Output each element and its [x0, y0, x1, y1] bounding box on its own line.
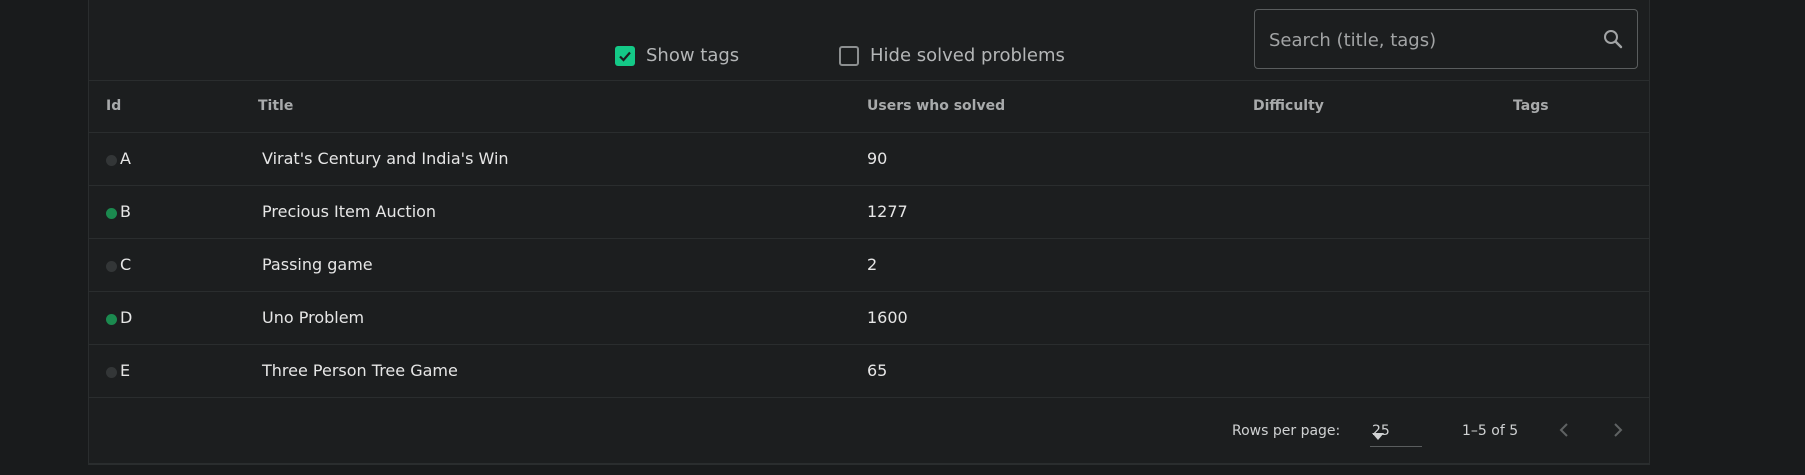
search-input[interactable] — [1267, 10, 1591, 70]
header-id[interactable]: Id — [106, 98, 121, 114]
next-page-button[interactable] — [1603, 415, 1633, 445]
hide-solved-label: Hide solved problems — [870, 45, 1065, 66]
search-field[interactable] — [1254, 9, 1638, 70]
cell-users-solved: 90 — [867, 149, 888, 168]
page-range: 1–5 of 5 — [1462, 423, 1519, 439]
table-pagination: Rows per page: 25 1–5 of 5 — [89, 400, 1649, 463]
chevron-right-icon — [1614, 423, 1623, 437]
show-tags-checkbox[interactable]: Show tags — [615, 45, 739, 66]
table-row[interactable]: A Virat's Century and India's Win 90 — [89, 133, 1649, 186]
header-tags[interactable]: Tags — [1513, 98, 1549, 114]
header-users-solved[interactable]: Users who solved — [867, 98, 1005, 114]
header-title[interactable]: Title — [258, 98, 293, 114]
chevron-left-icon — [1559, 423, 1568, 437]
cell-title[interactable]: Virat's Century and India's Win — [262, 149, 509, 168]
cell-title[interactable]: Precious Item Auction — [262, 202, 436, 221]
cell-id: C — [120, 255, 132, 274]
header-difficulty[interactable]: Difficulty — [1253, 98, 1324, 114]
cell-id: E — [120, 361, 131, 380]
status-dot-icon — [106, 261, 117, 272]
table-row[interactable]: D Uno Problem 1600 — [89, 292, 1649, 345]
filter-toolbar: Show tags Hide solved problems — [89, 0, 1649, 81]
checkbox-checked-icon[interactable] — [615, 45, 635, 66]
cell-id: A — [120, 149, 131, 168]
status-dot-icon — [106, 208, 117, 219]
cell-users-solved: 2 — [867, 255, 878, 274]
checkbox-unchecked-icon[interactable] — [839, 45, 859, 66]
cell-id: B — [120, 202, 131, 221]
search-icon[interactable] — [1601, 27, 1625, 51]
hide-solved-checkbox[interactable]: Hide solved problems — [839, 45, 1065, 66]
status-dot-icon — [106, 314, 117, 325]
table-row[interactable]: B Precious Item Auction 1277 — [89, 186, 1649, 239]
caret-down-icon — [1372, 428, 1416, 444]
cell-users-solved: 1600 — [867, 308, 908, 327]
cell-title[interactable]: Three Person Tree Game — [262, 361, 458, 380]
cell-users-solved: 1277 — [867, 202, 908, 221]
rows-per-page-label: Rows per page: — [1232, 423, 1341, 439]
status-dot-icon — [106, 155, 117, 166]
panel-bottom-border — [88, 463, 1650, 465]
table-row[interactable]: C Passing game 2 — [89, 239, 1649, 292]
cell-users-solved: 65 — [867, 361, 888, 380]
problems-panel: Show tags Hide solved problems Id Title … — [88, 0, 1650, 463]
cell-title[interactable]: Uno Problem — [262, 308, 364, 327]
rows-per-page-select[interactable]: 25 — [1370, 416, 1422, 447]
show-tags-label: Show tags — [646, 45, 740, 66]
status-dot-icon — [106, 367, 117, 378]
cell-title[interactable]: Passing game — [262, 255, 373, 274]
table-row[interactable]: E Three Person Tree Game 65 — [89, 345, 1649, 398]
previous-page-button[interactable] — [1549, 415, 1579, 445]
table-header: Id Title Users who solved Difficulty Tag… — [89, 81, 1649, 133]
cell-id: D — [120, 308, 133, 327]
